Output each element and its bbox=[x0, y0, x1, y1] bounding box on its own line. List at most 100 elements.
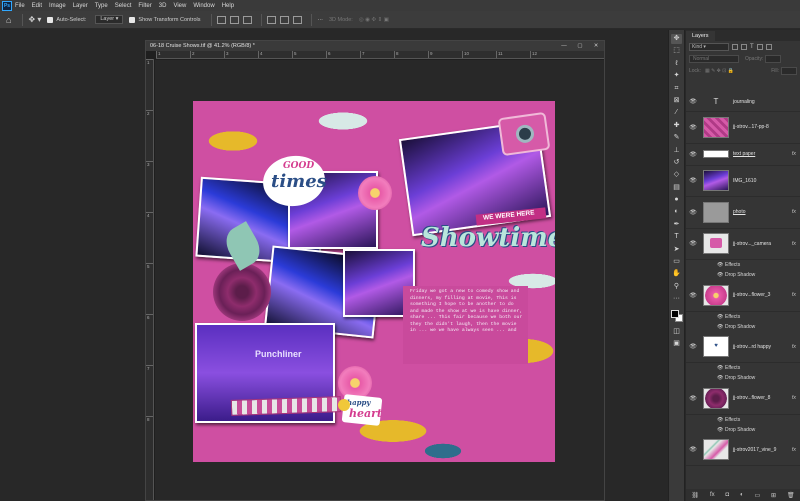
marquee-icon[interactable]: ⬚ bbox=[671, 46, 682, 56]
lock-icons[interactable]: ▦ ✎ ✥ ⊡ 🔒 bbox=[705, 68, 734, 74]
auto-select-dropdown[interactable]: Layer ▾ bbox=[95, 15, 124, 24]
align-bottom-icon[interactable] bbox=[293, 15, 303, 24]
effects-row[interactable]: 👁 Effects bbox=[686, 363, 800, 373]
quick-mask-icon[interactable]: ◫ bbox=[671, 327, 682, 337]
effects-row[interactable]: 👁 Effects bbox=[686, 260, 800, 270]
effect-eye-icon[interactable]: 👁 bbox=[717, 324, 725, 330]
menu-image[interactable]: Image bbox=[49, 3, 66, 9]
gradient-icon[interactable]: ▤ bbox=[671, 183, 682, 193]
visibility-eye-icon[interactable]: 👁 bbox=[686, 292, 700, 299]
effect-eye-icon[interactable]: 👁 bbox=[717, 375, 725, 381]
layer-row[interactable]: 👁 jj-strov...17-pp-8 bbox=[686, 112, 800, 144]
effects-row[interactable]: 👁 Effects bbox=[686, 312, 800, 322]
adjustment-layer-icon[interactable]: ◐ bbox=[740, 492, 744, 498]
visibility-eye-icon[interactable]: 👁 bbox=[686, 343, 700, 350]
menu-filter[interactable]: Filter bbox=[138, 3, 151, 9]
delete-layer-icon[interactable]: 🗑 bbox=[787, 492, 795, 499]
menu-3d[interactable]: 3D bbox=[159, 3, 167, 9]
type-icon[interactable]: T bbox=[671, 232, 682, 242]
visibility-eye-icon[interactable]: 👁 bbox=[686, 209, 700, 216]
eyedropper-icon[interactable]: ⁄ bbox=[671, 108, 682, 118]
align-center-icon[interactable] bbox=[230, 15, 240, 24]
visibility-eye-icon[interactable]: 👁 bbox=[686, 240, 700, 247]
layer-fx-badge[interactable]: fx bbox=[792, 151, 796, 157]
filter-smart-object-icon[interactable] bbox=[765, 44, 772, 50]
layer-row[interactable]: 👁 T journaling bbox=[686, 92, 800, 112]
layer-fx-badge[interactable]: fx bbox=[792, 241, 796, 247]
layer-fx-badge[interactable]: fx bbox=[792, 447, 796, 453]
move-tool-preset-icon[interactable]: ✥ ▾ bbox=[28, 15, 41, 24]
link-layers-icon[interactable]: ⛓ bbox=[691, 492, 699, 499]
new-group-icon[interactable]: ▭ bbox=[754, 492, 760, 499]
menu-file[interactable]: File bbox=[15, 3, 25, 9]
auto-select-checkbox[interactable]: Auto-Select: bbox=[47, 16, 86, 23]
healing-icon[interactable]: ✚ bbox=[671, 121, 682, 131]
visibility-eye-icon[interactable]: 👁 bbox=[686, 177, 700, 184]
visibility-eye-icon[interactable]: 👁 bbox=[686, 446, 700, 453]
menu-type[interactable]: Type bbox=[95, 3, 108, 9]
new-layer-icon[interactable]: ⊞ bbox=[771, 492, 776, 499]
foreground-color-swatch[interactable] bbox=[670, 309, 679, 318]
layer-fx-badge[interactable]: fx bbox=[792, 292, 796, 298]
layer-row[interactable]: 👁 text paper fx bbox=[686, 144, 800, 166]
layer-row[interactable]: 👁 ♥ jj-strov...rd happy fx bbox=[686, 332, 800, 363]
align-middle-icon[interactable] bbox=[280, 15, 290, 24]
magic-wand-icon[interactable]: ✦ bbox=[671, 71, 682, 81]
filter-shape-icon[interactable] bbox=[756, 44, 763, 50]
effects-row[interactable]: 👁 Effects bbox=[686, 415, 800, 425]
frame-icon[interactable]: ⊠ bbox=[671, 96, 682, 106]
effect-eye-icon[interactable]: 👁 bbox=[717, 314, 725, 320]
screen-mode-icon[interactable]: ▣ bbox=[671, 339, 682, 349]
layer-row[interactable]: 👁 IMG_1610 bbox=[686, 166, 800, 197]
align-right-icon[interactable] bbox=[243, 15, 253, 24]
visibility-eye-icon[interactable]: 👁 bbox=[686, 124, 700, 131]
dodge-icon[interactable]: ◐ bbox=[671, 207, 682, 217]
stamp-icon[interactable]: ⊥ bbox=[671, 146, 682, 156]
menu-select[interactable]: Select bbox=[115, 3, 132, 9]
filter-pixel-icon[interactable] bbox=[732, 44, 738, 50]
close-icon[interactable]: ✕ bbox=[588, 43, 604, 49]
blend-mode-select[interactable]: Normal bbox=[689, 55, 739, 63]
layer-row[interactable]: 👁 photo fx bbox=[686, 197, 800, 229]
more-icon[interactable]: ··· bbox=[671, 294, 682, 304]
effect-eye-icon[interactable]: 👁 bbox=[717, 417, 725, 423]
history-brush-icon[interactable]: ↺ bbox=[671, 158, 682, 168]
blur-icon[interactable]: ● bbox=[671, 195, 682, 205]
lasso-icon[interactable]: ℓ bbox=[671, 59, 682, 69]
document-canvas[interactable]: Punchliner Friday we got a new to comedy… bbox=[193, 101, 555, 462]
visibility-eye-icon[interactable]: 👁 bbox=[686, 98, 700, 105]
menu-window[interactable]: Window bbox=[193, 3, 214, 9]
brush-icon[interactable]: ✎ bbox=[671, 133, 682, 143]
document-tab[interactable]: 06-18 Cruise Shows.tif @ 41.2% (RGB/8) *… bbox=[146, 41, 604, 51]
menu-help[interactable]: Help bbox=[222, 3, 234, 9]
layer-fx-badge[interactable]: fx bbox=[792, 395, 796, 401]
drop-shadow-row[interactable]: 👁 Drop Shadow bbox=[686, 270, 800, 280]
drop-shadow-row[interactable]: 👁 Drop Shadow bbox=[686, 373, 800, 383]
menu-layer[interactable]: Layer bbox=[73, 3, 88, 9]
layer-row[interactable]: 👁 jj-strov2017_vine_9 fx bbox=[686, 435, 800, 466]
effect-eye-icon[interactable]: 👁 bbox=[717, 365, 725, 371]
filter-type-icon[interactable]: T bbox=[750, 44, 754, 50]
menu-view[interactable]: View bbox=[173, 3, 186, 9]
layer-fx-badge[interactable]: fx bbox=[792, 344, 796, 350]
eraser-icon[interactable]: ◇ bbox=[671, 170, 682, 180]
opacity-field[interactable] bbox=[765, 55, 782, 63]
crop-icon[interactable]: ⌗ bbox=[671, 84, 682, 94]
tab-layers[interactable]: Layers bbox=[686, 30, 715, 41]
align-left-icon[interactable] bbox=[217, 15, 227, 24]
minimize-icon[interactable]: — bbox=[556, 43, 572, 49]
menu-edit[interactable]: Edit bbox=[32, 3, 42, 9]
effect-eye-icon[interactable]: 👁 bbox=[717, 262, 725, 268]
fill-field[interactable] bbox=[781, 67, 797, 75]
filter-adjustment-icon[interactable] bbox=[741, 44, 747, 50]
show-transform-checkbox[interactable]: Show Transform Controls bbox=[129, 16, 200, 23]
color-swatches[interactable] bbox=[670, 309, 683, 322]
effect-eye-icon[interactable]: 👁 bbox=[717, 272, 725, 278]
pen-icon[interactable]: ✒ bbox=[671, 220, 682, 230]
path-select-icon[interactable]: ➤ bbox=[671, 245, 682, 255]
add-style-icon[interactable]: fx bbox=[710, 492, 715, 498]
more-options-icon[interactable]: ··· bbox=[317, 17, 323, 23]
drop-shadow-row[interactable]: 👁 Drop Shadow bbox=[686, 322, 800, 332]
add-mask-icon[interactable]: ◘ bbox=[725, 492, 729, 498]
visibility-eye-icon[interactable]: 👁 bbox=[686, 151, 700, 158]
